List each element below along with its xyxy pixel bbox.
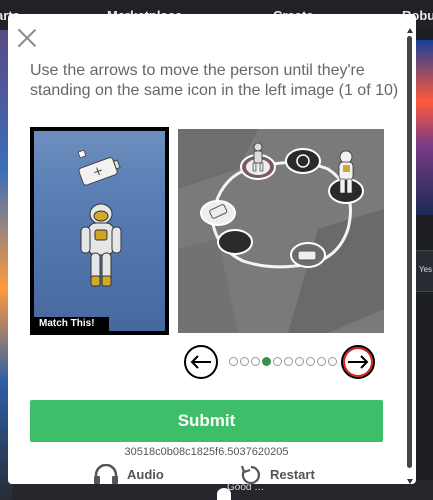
match-this-label: Match This! bbox=[34, 317, 109, 331]
progress-dot bbox=[295, 357, 304, 366]
submit-button[interactable]: Submit bbox=[30, 400, 383, 442]
scrollbar-thumb[interactable] bbox=[407, 36, 412, 468]
scroll-up-icon[interactable] bbox=[407, 28, 413, 33]
progress-dots bbox=[229, 357, 337, 366]
scene-icon-moon-circle bbox=[217, 229, 253, 255]
background-footer-text: Good … bbox=[227, 482, 265, 493]
captcha-instructions: Use the arrows to move the person until … bbox=[30, 62, 399, 99]
progress-dot bbox=[306, 357, 315, 366]
next-arrow-button[interactable] bbox=[341, 345, 375, 379]
scene-illustration bbox=[178, 129, 384, 333]
scene-icon-astronaut-circle bbox=[328, 178, 364, 204]
scene-icon-battery-circle bbox=[200, 200, 236, 226]
progress-dot bbox=[273, 357, 282, 366]
puzzle-scene[interactable] bbox=[178, 129, 384, 333]
left-arrow-icon bbox=[190, 355, 211, 369]
background-vote-text: Yes bbox=[418, 265, 432, 274]
captcha-footer: Audio Restart bbox=[8, 462, 416, 484]
right-arrow-icon bbox=[348, 355, 369, 369]
progress-dot bbox=[317, 357, 326, 366]
astronaut-figure bbox=[80, 203, 122, 287]
modal-scrollbar[interactable] bbox=[406, 28, 414, 484]
scene-icon-charger-circle bbox=[290, 242, 326, 268]
battery-icon bbox=[78, 157, 121, 186]
scroll-down-icon[interactable] bbox=[407, 479, 413, 484]
session-id: 30518c0b08c1825f6.5037620205 bbox=[124, 446, 289, 458]
headphones-icon bbox=[94, 464, 118, 484]
captcha-modal: Use the arrows to move the person until … bbox=[8, 14, 416, 484]
restart-label: Restart bbox=[270, 466, 315, 482]
audio-label: Audio bbox=[127, 466, 164, 482]
close-icon[interactable] bbox=[17, 28, 37, 48]
target-illustration bbox=[77, 149, 122, 287]
scene-icon-gear-circle bbox=[285, 148, 321, 174]
progress-dot bbox=[229, 357, 238, 366]
audio-button[interactable]: Audio bbox=[93, 464, 164, 484]
progress-dot bbox=[251, 357, 260, 366]
progress-dot bbox=[240, 357, 249, 366]
progress-dot bbox=[328, 357, 337, 366]
target-image-scene: Match This! bbox=[34, 131, 165, 331]
progress-dot bbox=[262, 357, 271, 366]
background-game-card bbox=[413, 40, 433, 215]
previous-arrow-button[interactable] bbox=[184, 345, 218, 379]
restart-button[interactable]: Restart bbox=[240, 464, 315, 484]
restart-icon bbox=[240, 465, 260, 484]
progress-dot bbox=[284, 357, 293, 366]
target-image: Match This! bbox=[30, 127, 169, 335]
